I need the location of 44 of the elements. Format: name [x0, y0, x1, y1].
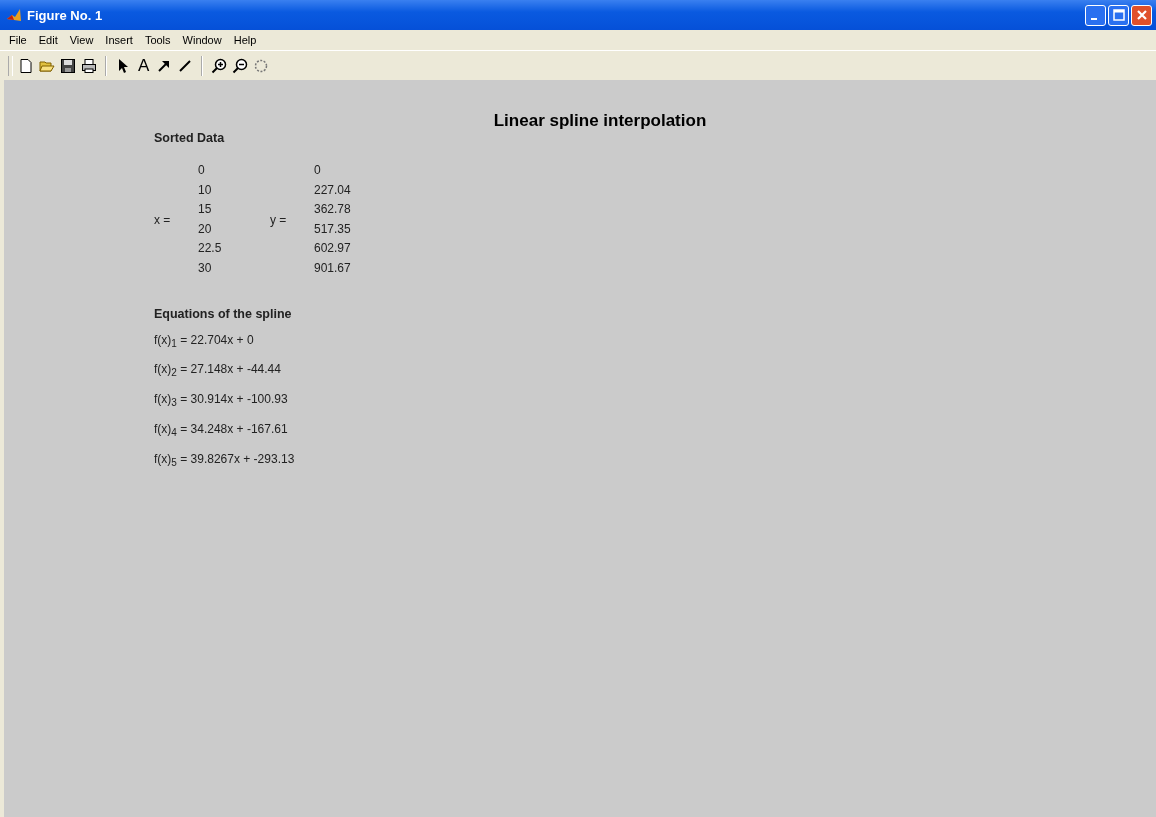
- y-value: 227.04: [314, 181, 351, 199]
- y-value: 901.67: [314, 259, 351, 277]
- rotate-icon[interactable]: [253, 57, 270, 74]
- spline-equation: f(x)$_{2}$ = 27.148x + -44.44: [154, 361, 282, 381]
- text-tool-button[interactable]: A: [136, 55, 152, 76]
- y-label: y =: [270, 212, 288, 227]
- section-heading: Sorted Data: [154, 131, 226, 145]
- menu-item[interactable]: Help: [227, 34, 263, 46]
- spline-equation: f(x)$_{1}$ = 22.704x + 0: [154, 331, 255, 351]
- zoom-in-icon[interactable]: [211, 57, 228, 74]
- minimize-button[interactable]: [1085, 4, 1106, 26]
- x-value: 15: [198, 201, 213, 219]
- y-value: 0: [314, 162, 322, 179]
- spline-equation: f(x)$_{4}$ = 34.248x + -167.61: [154, 421, 289, 441]
- spline-equation: f(x)$_{3}$ = 30.914x + -100.93: [154, 391, 289, 411]
- section-heading: Equations of the spline: [154, 306, 293, 321]
- menu-item[interactable]: Window: [176, 34, 228, 46]
- menu-item[interactable]: View: [63, 34, 100, 46]
- x-value: 20: [198, 220, 213, 238]
- x-value: 30: [198, 259, 213, 277]
- printer-icon[interactable]: [81, 57, 97, 74]
- y-value: 362.78: [314, 201, 351, 219]
- line-icon[interactable]: [177, 57, 194, 74]
- close-icon: [1135, 9, 1148, 21]
- menu-item[interactable]: Tools: [138, 34, 177, 46]
- y-value: 602.97: [314, 240, 351, 258]
- y-value: 517.35: [314, 220, 351, 238]
- app-icon: [6, 7, 22, 23]
- spline-equation: f(x)$_{5}$ = 39.8267x + -293.13: [154, 451, 296, 471]
- minimize-icon: [1091, 17, 1097, 20]
- maximize-icon: [1112, 9, 1125, 21]
- maximize-button[interactable]: [1108, 4, 1129, 26]
- x-value: 10: [198, 181, 213, 199]
- menu-item[interactable]: Insert: [99, 34, 139, 46]
- zoom-out-icon[interactable]: [232, 57, 249, 74]
- window-title: Figure No. 1: [27, 7, 104, 23]
- new-file-icon[interactable]: [18, 57, 34, 74]
- menu-item[interactable]: Edit: [32, 34, 64, 46]
- x-label: x =: [154, 212, 172, 227]
- close-button[interactable]: [1131, 4, 1152, 26]
- x-value: 22.5: [198, 240, 223, 258]
- figure-title: Linear spline interpolation: [492, 111, 708, 131]
- menu-item[interactable]: File: [3, 34, 33, 46]
- x-value: 0: [198, 162, 206, 179]
